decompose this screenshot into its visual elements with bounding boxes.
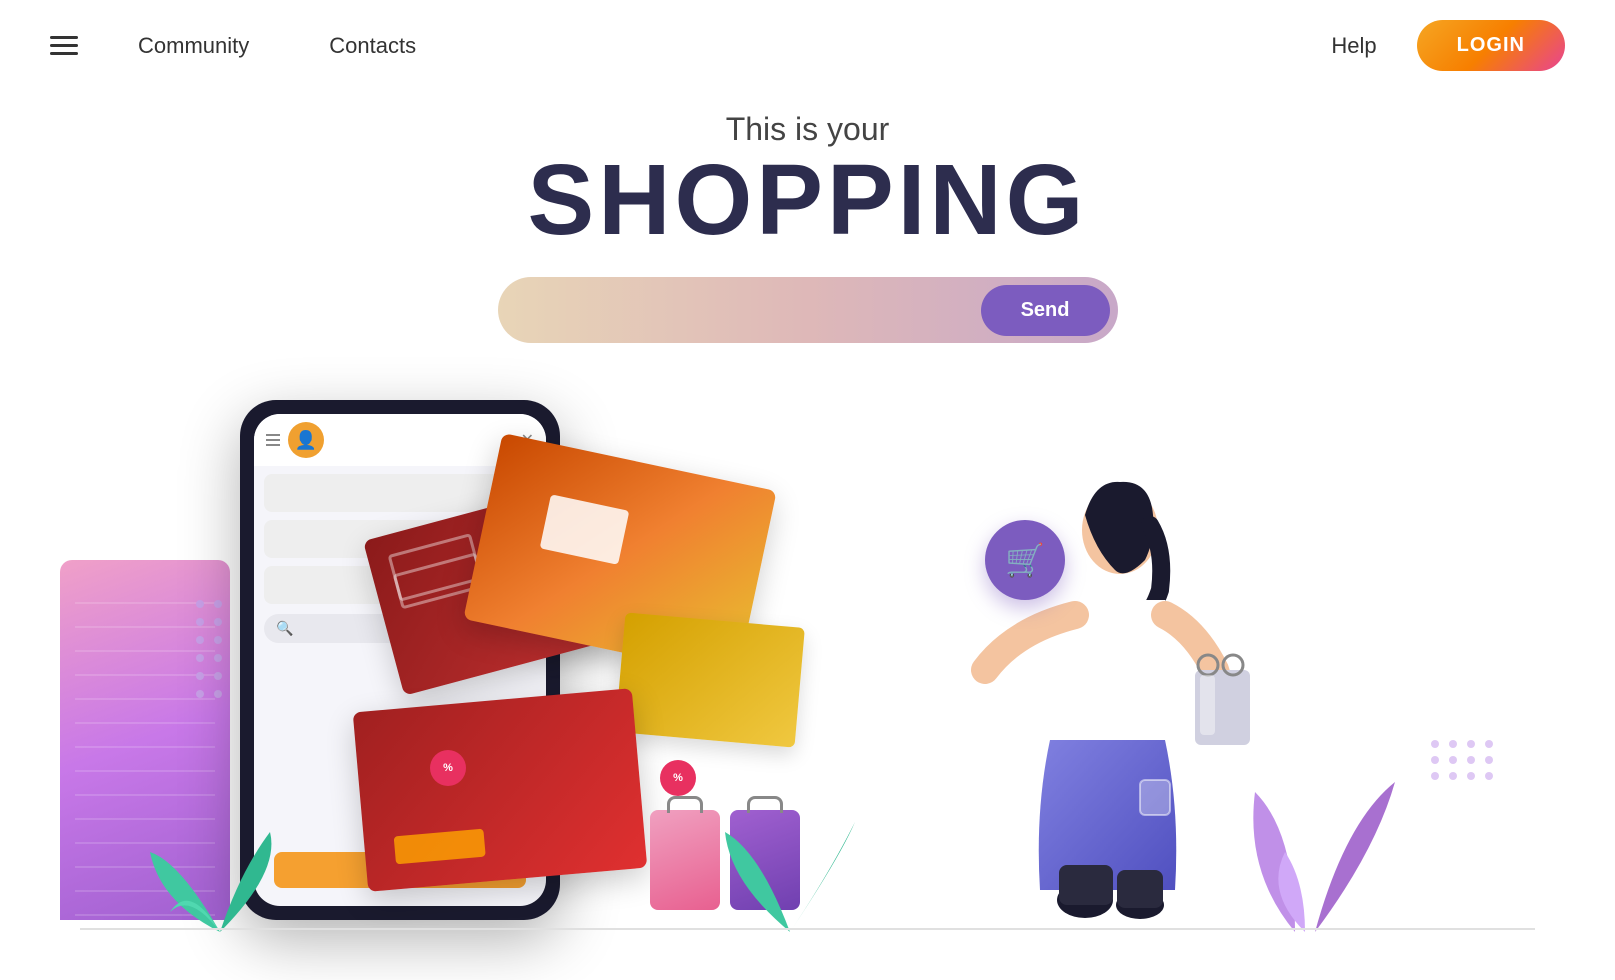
plant-middle bbox=[720, 802, 860, 932]
send-button[interactable]: Send bbox=[981, 285, 1110, 336]
header-right: Help LOGIN bbox=[1331, 20, 1565, 71]
phone-avatar: 👤 bbox=[288, 422, 324, 458]
login-button[interactable]: LOGIN bbox=[1417, 20, 1565, 71]
search-input[interactable] bbox=[518, 300, 981, 321]
bottom-divider bbox=[80, 928, 1535, 930]
hero-subtitle: This is your bbox=[0, 111, 1615, 148]
building-dots bbox=[196, 600, 230, 700]
decorative-dots-right bbox=[1431, 740, 1495, 780]
search-bar: Send bbox=[498, 277, 1118, 343]
nav: Community Contacts bbox=[138, 33, 416, 59]
help-link[interactable]: Help bbox=[1331, 33, 1376, 59]
price-tag-2: % bbox=[660, 760, 696, 796]
price-tag-1: % bbox=[430, 750, 466, 786]
hamburger-menu[interactable] bbox=[50, 36, 78, 55]
cart-bubble: 🛒 bbox=[985, 520, 1065, 600]
hero-title: SHOPPING bbox=[0, 148, 1615, 253]
box-4 bbox=[353, 688, 648, 892]
nav-contacts[interactable]: Contacts bbox=[329, 33, 416, 59]
hero-section: This is your SHOPPING bbox=[0, 91, 1615, 253]
plant-left bbox=[140, 812, 300, 932]
nav-community[interactable]: Community bbox=[138, 33, 249, 59]
bag-pink bbox=[650, 810, 720, 910]
cart-icon: 🛒 bbox=[1005, 541, 1045, 579]
plant-right bbox=[1235, 752, 1415, 932]
phone-search-icon: 🔍 bbox=[276, 620, 293, 637]
box-2-label bbox=[540, 494, 630, 564]
box-3 bbox=[615, 612, 805, 747]
search-container: Send bbox=[0, 277, 1615, 343]
phone-menu-icon bbox=[266, 434, 280, 446]
header: Community Contacts Help LOGIN bbox=[0, 0, 1615, 91]
illustration: 👤 ✕ 🔍 % % bbox=[0, 460, 1615, 980]
